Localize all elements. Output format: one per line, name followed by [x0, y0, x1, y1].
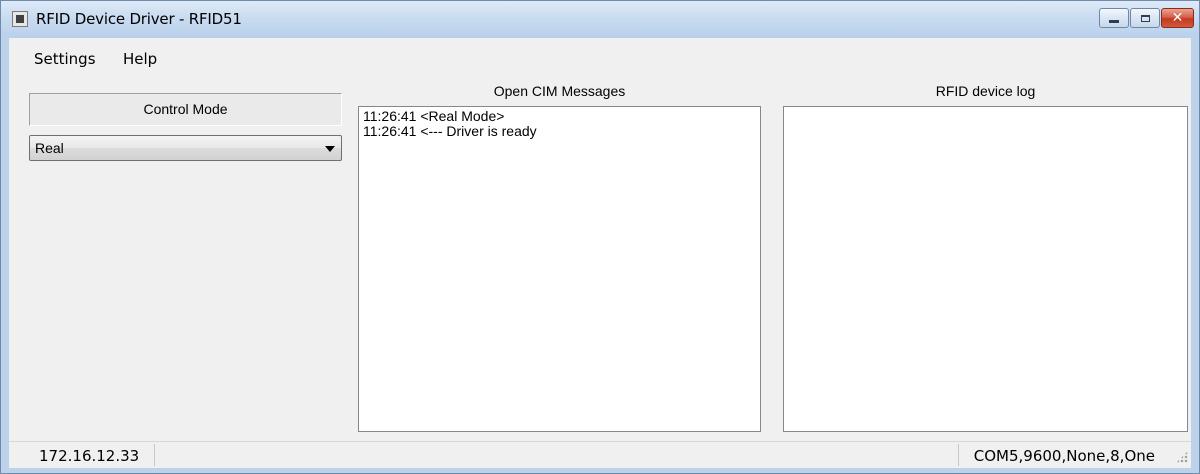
menu-bar: Settings Help: [9, 38, 1191, 79]
client-area: Settings Help Control Mode Real Open CIM…: [9, 38, 1191, 468]
rfid-log-list[interactable]: [783, 106, 1188, 432]
status-port-settings: COM5,9600,None,8,One: [973, 447, 1155, 465]
minimize-icon: [1109, 19, 1119, 23]
close-icon: ✕: [1171, 10, 1184, 26]
window-title: RFID Device Driver - RFID51: [36, 10, 242, 28]
control-mode-select[interactable]: Real: [29, 135, 342, 161]
app-icon[interactable]: [12, 11, 28, 27]
list-item[interactable]: 11:26:41 <Real Mode>: [359, 109, 760, 124]
rfid-log-title: RFID device log: [935, 83, 1036, 99]
title-bar[interactable]: RFID Device Driver - RFID51 ✕: [1, 1, 1199, 38]
maximize-button[interactable]: [1130, 8, 1160, 28]
close-button[interactable]: ✕: [1161, 8, 1194, 28]
menu-settings[interactable]: Settings: [34, 50, 96, 68]
minimize-button[interactable]: [1099, 8, 1129, 28]
cim-messages-title: Open CIM Messages: [493, 83, 626, 99]
chevron-down-icon[interactable]: [325, 146, 335, 152]
maximize-icon: [1140, 14, 1150, 22]
app-window: RFID Device Driver - RFID51 ✕ Settings H…: [0, 0, 1200, 474]
control-mode-value: Real: [35, 140, 64, 156]
menu-help[interactable]: Help: [123, 50, 157, 68]
status-bar: 172.16.12.33 COM5,9600,None,8,One: [9, 441, 1191, 468]
resize-grip-icon[interactable]: [1176, 451, 1188, 463]
status-ip-panel: 172.16.12.33: [9, 444, 155, 466]
control-mode-header: Control Mode: [29, 93, 342, 126]
status-port-panel: COM5,9600,None,8,One: [958, 444, 1191, 466]
status-ip: 172.16.12.33: [39, 447, 140, 465]
list-item[interactable]: 11:26:41 <--- Driver is ready: [359, 124, 760, 139]
cim-messages-list[interactable]: 11:26:41 <Real Mode> 11:26:41 <--- Drive…: [358, 106, 761, 432]
